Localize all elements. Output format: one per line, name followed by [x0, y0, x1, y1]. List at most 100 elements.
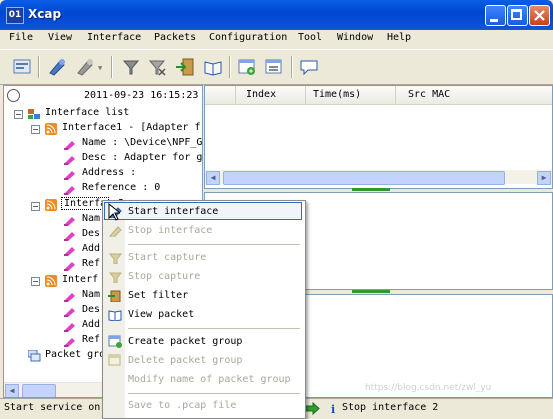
- start-capture-icon: [108, 253, 123, 264]
- collapse-toggle[interactable]: −: [31, 202, 40, 211]
- stop-capture-icon: [108, 272, 123, 283]
- scroll-thumb[interactable]: [223, 171, 505, 185]
- tree-item-address[interactable]: Add: [82, 243, 100, 254]
- view-packet-icon: [108, 310, 122, 321]
- tree-item-desc[interactable]: Des: [82, 228, 100, 239]
- context-menu: Start interface Stop interface Start cap…: [102, 200, 306, 419]
- start-capture-icon[interactable]: [46, 56, 68, 78]
- group-list-icon[interactable]: [263, 56, 285, 78]
- tree-item-address[interactable]: Add: [82, 319, 100, 330]
- watermark-text: https://blog.csdn.net/zwl_yu: [365, 383, 492, 393]
- menu-file[interactable]: File: [9, 32, 33, 43]
- column-src-mac[interactable]: Src MAC: [408, 89, 450, 100]
- menu-packets[interactable]: Packets: [154, 32, 196, 43]
- toolbar-separator: [291, 56, 293, 78]
- book-icon[interactable]: [202, 56, 224, 78]
- scroll-thumb[interactable]: [22, 384, 56, 397]
- mouse-cursor-icon: [108, 203, 120, 221]
- collapse-toggle[interactable]: −: [31, 125, 40, 134]
- stop-capture-icon[interactable]: [74, 56, 96, 78]
- menu-start-interface[interactable]: Start interface: [128, 206, 218, 217]
- scroll-left-arrow-icon[interactable]: ◀: [5, 384, 19, 397]
- toolbar-separator: [38, 56, 40, 78]
- menu-window[interactable]: Window: [337, 32, 373, 43]
- tree-item-address[interactable]: Address :: [82, 167, 136, 178]
- rss-interface-icon: [45, 123, 57, 135]
- tree-item-packet-group[interactable]: Packet gro: [45, 349, 105, 360]
- clock-icon: [7, 89, 20, 102]
- close-button[interactable]: [529, 5, 550, 26]
- tree-item-interface1[interactable]: Interface1 - [Adapter f: [62, 122, 200, 133]
- property-icon: [64, 323, 75, 332]
- tree-item-interface3[interactable]: Interf: [62, 274, 98, 285]
- status-left-text: Start service on: [4, 402, 101, 413]
- tree-item-reference[interactable]: Reference : 0: [82, 182, 160, 193]
- menu-help[interactable]: Help: [387, 32, 411, 43]
- menu-set-filter[interactable]: Set filter: [128, 290, 188, 301]
- splitter-grip[interactable]: [352, 290, 390, 293]
- filter-icon[interactable]: [120, 56, 142, 78]
- menu-stop-interface[interactable]: Stop interface: [128, 225, 212, 236]
- filter-off-icon[interactable]: [146, 56, 168, 78]
- menu-start-capture[interactable]: Start capture: [128, 252, 206, 263]
- chat-icon[interactable]: [298, 56, 320, 78]
- scroll-right-arrow-icon[interactable]: ▶: [537, 171, 551, 185]
- tree-item-name[interactable]: Nam: [82, 213, 100, 224]
- rss-interface-icon: [45, 199, 57, 211]
- tree-item-reference[interactable]: Ref: [82, 258, 100, 269]
- title-bar[interactable]: 01 Xcap: [0, 0, 553, 30]
- menu-create-packet-group[interactable]: Create packet group: [128, 336, 242, 347]
- menu-bar: File View Interface Packets Configuratio…: [0, 30, 553, 48]
- toolbar-separator: [111, 56, 113, 78]
- menu-view-packet[interactable]: View packet: [128, 309, 194, 320]
- tree-item-desc[interactable]: Des: [82, 304, 100, 315]
- property-icon: [64, 232, 75, 241]
- menu-delete-packet-group[interactable]: Delete packet group: [128, 355, 242, 366]
- menu-modify-group-name[interactable]: Modify name of packet group: [128, 374, 291, 385]
- create-group-icon: [108, 335, 122, 348]
- main-window: 01 Xcap File View Interface Packets Conf…: [0, 0, 553, 419]
- tree-item-reference[interactable]: Ref: [82, 334, 100, 345]
- column-time[interactable]: Time(ms): [313, 89, 361, 100]
- packet-table-header: Index Time(ms) Src MAC: [205, 86, 552, 105]
- green-arrow-icon: [305, 402, 320, 415]
- menu-save-pcap[interactable]: Save to .pcap file: [128, 400, 236, 411]
- tree-item-name[interactable]: Name : \Device\NPF_G: [82, 137, 202, 148]
- menu-view[interactable]: View: [48, 32, 72, 43]
- menu-stop-capture[interactable]: Stop capture: [128, 271, 200, 282]
- dropdown-arrow-icon[interactable]: ▼: [98, 64, 102, 72]
- splitter-grip[interactable]: [352, 188, 390, 191]
- menu-interface[interactable]: Interface: [87, 32, 141, 43]
- interfaces-icon[interactable]: [11, 56, 33, 78]
- property-icon: [64, 293, 75, 302]
- delete-group-icon: [108, 354, 121, 366]
- column-index[interactable]: Index: [246, 89, 276, 100]
- app-icon: 01: [6, 7, 24, 24]
- tree-item-interface-list[interactable]: Interface list: [45, 107, 129, 118]
- minimize-button[interactable]: [485, 5, 506, 26]
- set-filter-icon: [108, 290, 121, 302]
- stop-interface-icon: [109, 226, 122, 237]
- packet-table-panel: Index Time(ms) Src MAC ◀ ▶: [204, 85, 553, 189]
- property-icon: [64, 338, 75, 347]
- date-time-label: 2011-09-23 16:15:23: [84, 90, 199, 101]
- menu-configuration[interactable]: Configuration: [209, 32, 287, 43]
- maximize-button[interactable]: [507, 5, 528, 26]
- toolbar: ▼: [0, 49, 553, 85]
- table-horizontal-scrollbar[interactable]: ◀ ▶: [205, 170, 552, 185]
- toolbar-separator: [229, 56, 231, 78]
- collapse-toggle[interactable]: −: [14, 110, 23, 119]
- collapse-toggle[interactable]: −: [31, 277, 40, 286]
- property-icon: [64, 141, 75, 150]
- export-icon[interactable]: [174, 56, 196, 78]
- tree-item-desc[interactable]: Desc : Adapter for g: [82, 152, 202, 163]
- tree-item-name[interactable]: Nam: [82, 289, 100, 300]
- property-icon: [64, 262, 75, 271]
- menu-tool[interactable]: Tool: [298, 32, 322, 43]
- network-tree-icon: [28, 109, 40, 119]
- property-icon: [64, 186, 75, 195]
- create-group-icon[interactable]: [236, 56, 258, 78]
- scroll-left-arrow-icon[interactable]: ◀: [206, 171, 220, 185]
- property-icon: [64, 247, 75, 256]
- property-icon: [64, 308, 75, 317]
